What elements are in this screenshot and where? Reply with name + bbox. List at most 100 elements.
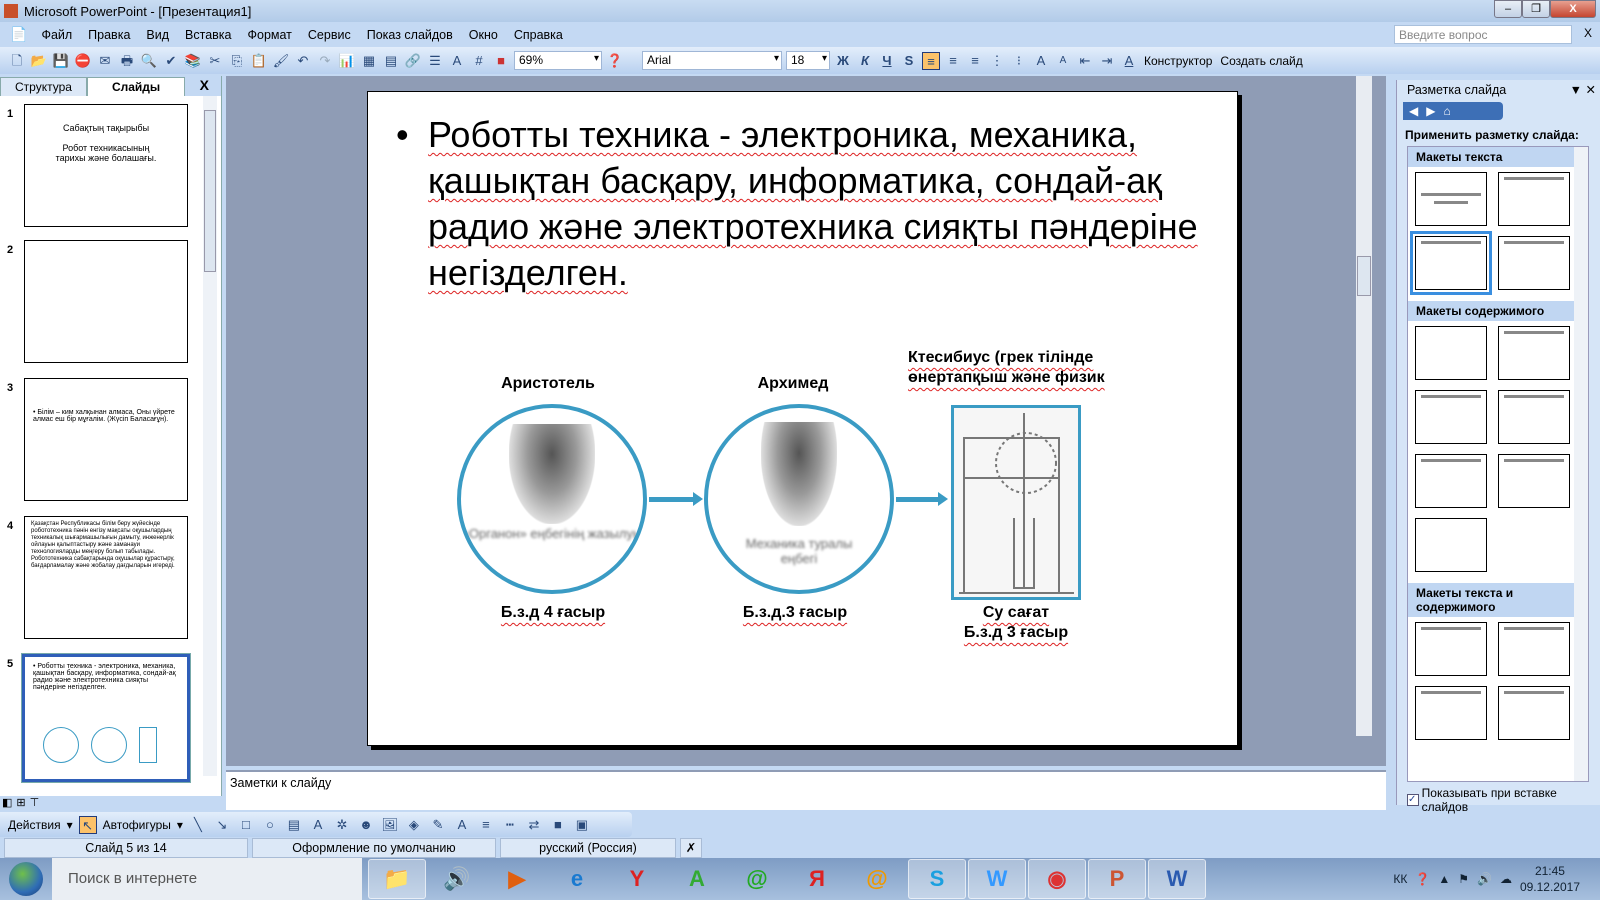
layout-content-3[interactable] (1415, 518, 1487, 572)
show-on-insert-checkbox[interactable]: ✓ Показывать при вставке слайдов (1407, 786, 1600, 814)
format-painter-icon[interactable]: 🖌 (272, 52, 290, 70)
slide-thumbnail-2[interactable] (24, 240, 188, 363)
layout-text-content[interactable] (1415, 622, 1487, 676)
actions-menu[interactable]: Действия (8, 818, 61, 832)
cut-icon[interactable]: ✂ (206, 52, 224, 70)
layout-text-content-4[interactable] (1498, 686, 1570, 740)
paste-icon[interactable]: 📋 (250, 52, 268, 70)
line-color-icon[interactable]: ✎ (429, 816, 447, 834)
font-color-icon[interactable]: A (1120, 52, 1138, 70)
normal-view-icon[interactable]: ◧ (2, 796, 12, 810)
permission-icon[interactable]: ⛔ (74, 52, 92, 70)
mail-ru-icon[interactable]: @ (848, 859, 906, 899)
layout-blank[interactable] (1415, 326, 1487, 380)
tab-slides[interactable]: Слайды (86, 77, 186, 96)
new-icon[interactable]: 🗋 (8, 52, 26, 70)
menu-tools[interactable]: Сервис (308, 28, 351, 42)
speaker-icon[interactable]: 🔊 (1477, 872, 1492, 886)
menu-insert[interactable]: Вставка (185, 28, 231, 42)
expand-icon[interactable]: ☰ (426, 52, 444, 70)
zoom-select[interactable]: 69% (514, 51, 602, 70)
home-icon[interactable]: ⌂ (1443, 104, 1450, 118)
preview-icon[interactable]: 🔍 (140, 52, 158, 70)
font-color-icon[interactable]: A (453, 816, 471, 834)
textbox-icon[interactable]: ▤ (285, 816, 303, 834)
grow-font-icon[interactable]: A (1032, 52, 1050, 70)
slide-scrollbar[interactable] (1356, 76, 1372, 736)
show-hidden-icon[interactable]: ▲ (1438, 872, 1450, 886)
layout-title-text[interactable] (1410, 231, 1492, 295)
align-center-icon[interactable]: ≡ (944, 52, 962, 70)
table-icon[interactable]: ▦ (360, 52, 378, 70)
back-icon[interactable]: ◀ (1409, 104, 1418, 118)
increase-indent-icon[interactable]: ⇥ (1098, 52, 1116, 70)
menu-edit[interactable]: Правка (88, 28, 130, 42)
save-icon[interactable]: 💾 (52, 52, 70, 70)
fill-color-icon[interactable]: ◈ (405, 816, 423, 834)
show-formatting-icon[interactable]: A (448, 52, 466, 70)
yandex-browser-icon[interactable]: Y (608, 859, 666, 899)
close-pane-icon[interactable]: X (200, 77, 209, 93)
bold-button[interactable]: Ж (834, 52, 852, 70)
grid-icon[interactable]: # (470, 52, 488, 70)
slide-thumbnail-5[interactable]: • Роботты техника - электроника, механик… (21, 653, 191, 783)
wordart-icon[interactable]: A (309, 816, 327, 834)
designer-button[interactable]: Конструктор (1142, 54, 1214, 68)
align-left-icon[interactable]: ≡ (922, 51, 940, 70)
yandex-icon[interactable]: Я (788, 859, 846, 899)
menu-help[interactable]: Справка (514, 28, 563, 42)
mail-agent-icon[interactable]: @ (728, 859, 786, 899)
redo-icon[interactable]: ↷ (316, 52, 334, 70)
menu-file[interactable]: Файл (41, 28, 72, 42)
slide-canvas[interactable]: • Роботты техника - электроника, механика… (367, 91, 1238, 746)
print-icon[interactable]: 🖶 (118, 52, 136, 70)
layout-two-content[interactable] (1498, 390, 1570, 444)
undo-icon[interactable]: ↶ (294, 52, 312, 70)
restore-button[interactable]: ❐ (1522, 0, 1550, 18)
menu-window[interactable]: Окно (469, 28, 498, 42)
media-player-icon[interactable]: ▶ (488, 859, 546, 899)
explorer-icon[interactable]: 📁 (368, 859, 426, 899)
spelling-icon[interactable]: ✔ (162, 52, 180, 70)
layout-two-columns[interactable] (1498, 236, 1570, 290)
shadow-icon[interactable]: ■ (549, 816, 567, 834)
copy-icon[interactable]: ⎘ (228, 52, 246, 70)
layout-text-content-2[interactable] (1498, 622, 1570, 676)
font-select[interactable]: Arial (642, 51, 782, 70)
autoshapes-menu[interactable]: Автофигуры (103, 818, 171, 832)
chart-icon[interactable]: 📊 (338, 52, 356, 70)
task-pane-controls[interactable]: ▼ ✕ (1570, 82, 1596, 97)
menu-format[interactable]: Формат (248, 28, 292, 42)
forward-icon[interactable]: ▶ (1426, 104, 1435, 118)
numbering-icon[interactable]: ⋮ (988, 52, 1006, 70)
thumbnails-scrollbar[interactable] (203, 96, 217, 776)
3d-icon[interactable]: ▣ (573, 816, 591, 834)
arrow-icon[interactable]: ↘ (213, 816, 231, 834)
picture-icon[interactable]: 🖼 (381, 816, 399, 834)
network-icon[interactable]: ☁ (1500, 872, 1512, 886)
layout-four-content[interactable] (1415, 454, 1487, 508)
underline-button[interactable]: Ч (878, 52, 896, 70)
slide-thumbnail-3[interactable]: • Білім – ким халқынан алмаса, Оны үйрет… (24, 378, 188, 501)
internet-explorer-icon[interactable]: e (548, 859, 606, 899)
new-slide-button[interactable]: Создать слайд (1218, 54, 1304, 68)
layout-title-only[interactable] (1498, 172, 1570, 226)
powerpoint-taskbar-icon[interactable]: P (1088, 859, 1146, 899)
oval-icon[interactable]: ○ (261, 816, 279, 834)
layout-content-2[interactable] (1498, 454, 1570, 508)
rectangle-icon[interactable]: □ (237, 816, 255, 834)
slideshow-icon[interactable]: ⊤ (30, 796, 40, 810)
volume-app-icon[interactable]: 🔊 (428, 859, 486, 899)
minimize-button[interactable]: – (1494, 0, 1522, 18)
layout-content[interactable] (1498, 326, 1570, 380)
bullet-text[interactable]: • Роботты техника - электроника, механика… (396, 112, 1216, 296)
email-icon[interactable]: ✉ (96, 52, 114, 70)
diagram-icon[interactable]: ✲ (333, 816, 351, 834)
tables-borders-icon[interactable]: ▤ (382, 52, 400, 70)
dash-style-icon[interactable]: ┅ (501, 816, 519, 834)
italic-button[interactable]: К (856, 52, 874, 70)
font-size-select[interactable]: 18 (786, 51, 830, 70)
w-app-icon[interactable]: W (968, 859, 1026, 899)
close-button[interactable]: X (1550, 0, 1596, 18)
open-icon[interactable]: 📂 (30, 52, 48, 70)
